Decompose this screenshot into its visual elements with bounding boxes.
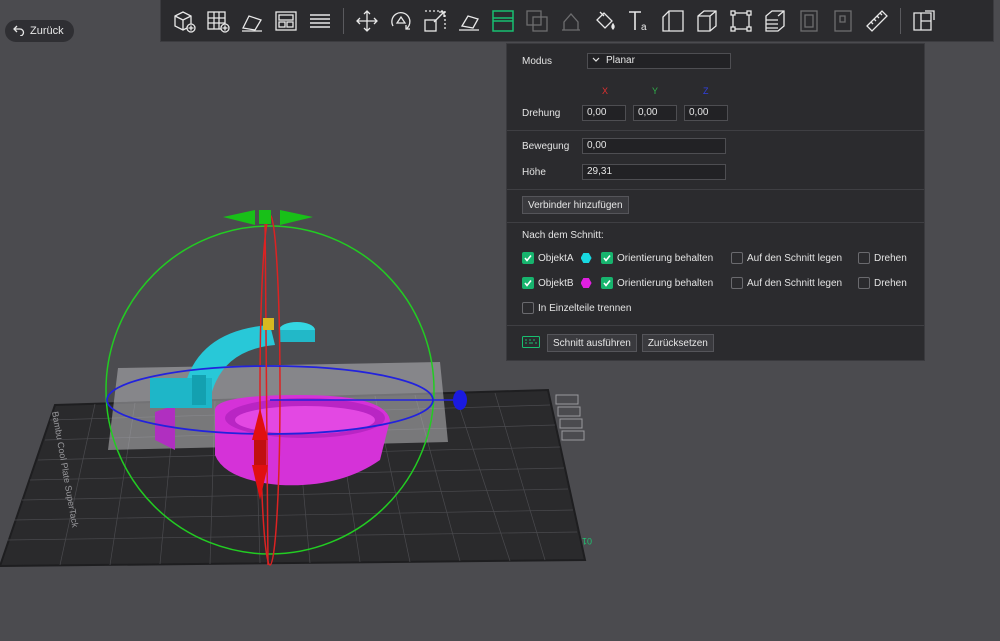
layers-list-icon[interactable] <box>305 6 335 36</box>
object-a-color-swatch <box>580 253 592 263</box>
cube-icon[interactable] <box>692 6 722 36</box>
object-b-keep-orientation-label: Orientierung behalten <box>617 277 714 289</box>
rotate-icon[interactable] <box>386 6 416 36</box>
divider <box>507 222 924 223</box>
split-parts-label: In Einzelteile trennen <box>538 302 632 314</box>
object-a-flip-label: Drehen <box>874 252 907 264</box>
object-a-place-on-cut-label: Auf den Schnitt legen <box>747 252 843 264</box>
back-button-label: Zurück <box>30 25 64 37</box>
toolbar-separator <box>900 7 901 34</box>
keyboard-shortcut-icon[interactable] <box>522 335 540 351</box>
arrange-grid-icon[interactable] <box>203 6 233 36</box>
assemble-icon[interactable] <box>658 6 688 36</box>
text-tool-icon[interactable]: a <box>624 6 654 36</box>
rotation-y-field[interactable]: 0,00 <box>633 105 677 121</box>
settings-puzzle-icon[interactable] <box>909 6 939 36</box>
plate-layout-icon[interactable] <box>271 6 301 36</box>
support-paint-icon[interactable] <box>556 6 586 36</box>
height-label: Höhe <box>522 166 546 178</box>
after-cut-label: Nach dem Schnitt: <box>522 230 604 241</box>
object-b-place-on-cut-label: Auf den Schnitt legen <box>747 277 843 289</box>
cut-tool-icon[interactable] <box>488 6 518 36</box>
split-objects-icon[interactable] <box>828 6 858 36</box>
rotation-z-field[interactable]: 0,00 <box>684 105 728 121</box>
object-a-flip-checkbox[interactable] <box>858 252 870 264</box>
plate-icons <box>555 394 585 441</box>
divider <box>507 130 924 131</box>
blue-axis-handle[interactable] <box>453 390 467 410</box>
lay-on-face-icon[interactable] <box>454 6 484 36</box>
plate-label-right: 01 <box>582 536 592 546</box>
split-parts-icon[interactable] <box>794 6 824 36</box>
object-a-label: ObjektA <box>538 252 574 264</box>
movement-field[interactable]: 0,00 <box>582 138 726 154</box>
axis-y-label: Y <box>652 86 659 96</box>
paint-bucket-icon[interactable] <box>590 6 620 36</box>
undo-arrow-icon <box>13 24 25 39</box>
mode-select[interactable]: Planar <box>587 53 731 69</box>
add-object-icon[interactable] <box>169 6 199 36</box>
top-toolbar: a <box>160 0 994 42</box>
rotation-label: Drehung <box>522 107 561 119</box>
object-b-place-on-cut-checkbox[interactable] <box>731 277 743 289</box>
auto-orient-icon[interactable] <box>237 6 267 36</box>
scale-icon[interactable] <box>420 6 450 36</box>
divider <box>507 189 924 190</box>
object-b-checkbox[interactable] <box>522 277 534 289</box>
back-button[interactable]: Zurück <box>5 20 74 42</box>
bounding-box-icon[interactable] <box>726 6 756 36</box>
add-connector-button[interactable]: Verbinder hinzufügen <box>522 196 629 214</box>
measure-ruler-icon[interactable] <box>862 6 892 36</box>
object-b-flip-label: Drehen <box>874 277 907 289</box>
object-a-keep-orientation-label: Orientierung behalten <box>617 252 714 264</box>
svg-text:a: a <box>641 22 647 33</box>
object-b-color-swatch <box>580 278 592 288</box>
split-parts-checkbox[interactable] <box>522 302 534 314</box>
chevron-down-icon <box>592 54 600 68</box>
mesh-boolean-icon[interactable] <box>522 6 552 36</box>
mode-label: Modus <box>522 55 553 67</box>
cut-settings-panel: Modus Planar X Y Z Drehung 0,00 0,00 0,0… <box>506 43 925 361</box>
object-b-flip-checkbox[interactable] <box>858 277 870 289</box>
variable-layer-icon[interactable] <box>760 6 790 36</box>
object-a-checkbox[interactable] <box>522 252 534 264</box>
move-icon[interactable] <box>352 6 382 36</box>
axis-z-label: Z <box>703 86 709 96</box>
object-b-label: ObjektB <box>538 277 574 289</box>
mode-select-value: Planar <box>606 55 635 66</box>
execute-cut-button[interactable]: Schnitt ausführen <box>547 334 637 352</box>
height-field[interactable]: 29,31 <box>582 164 726 180</box>
movement-label: Bewegung <box>522 140 570 152</box>
toolbar-separator <box>343 7 344 34</box>
center-handle[interactable] <box>263 318 274 330</box>
reset-button[interactable]: Zurücksetzen <box>641 334 714 352</box>
green-axis-handle[interactable] <box>223 210 313 225</box>
divider <box>507 325 924 326</box>
object-a-keep-orientation-checkbox[interactable] <box>601 252 613 264</box>
object-a-place-on-cut-checkbox[interactable] <box>731 252 743 264</box>
rotation-x-field[interactable]: 0,00 <box>582 105 626 121</box>
object-b-keep-orientation-checkbox[interactable] <box>601 277 613 289</box>
axis-x-label: X <box>602 86 609 96</box>
